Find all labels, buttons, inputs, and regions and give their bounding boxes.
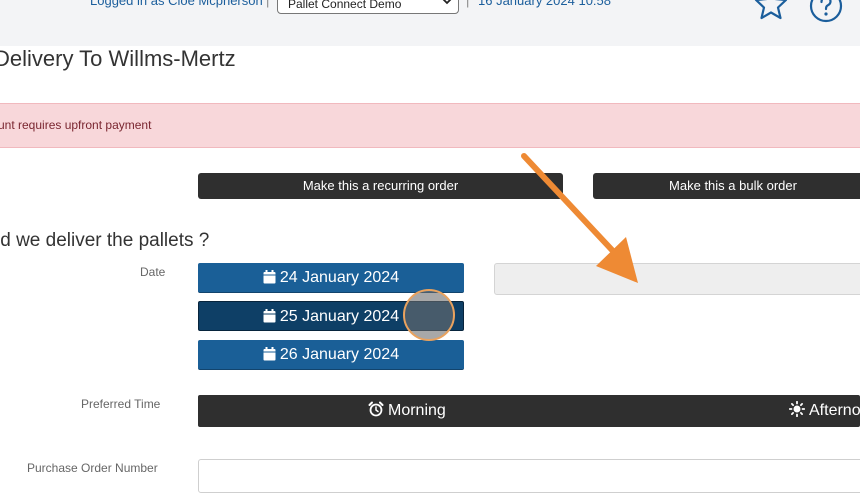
delivery-question: ld we deliver the pallets ? [0, 230, 210, 251]
time-option-label: Afterno [809, 402, 860, 419]
date-label: Date [140, 265, 166, 279]
selected-date-field[interactable] [494, 263, 860, 295]
purchase-order-input[interactable] [198, 459, 860, 493]
time-option-morning[interactable]: Morning [368, 395, 446, 427]
date-option-label: 25 January 2024 [279, 308, 400, 325]
time-option-afternoon[interactable]: Afterno [788, 395, 860, 427]
logged-in-text: Logged in as Cloe Mcpherson [90, 0, 263, 8]
purchase-order-label: Purchase Order Number [27, 461, 158, 475]
recurring-order-button[interactable]: Make this a recurring order [198, 173, 563, 199]
header-separator: | [266, 0, 270, 8]
calendar-icon [263, 309, 276, 323]
preferred-time-label: Preferred Time [81, 397, 161, 411]
top-bar: Logged in as Cloe Mcpherson | Pallet Con… [0, 0, 860, 46]
sun-icon [788, 400, 806, 418]
alarm-clock-icon [368, 401, 384, 417]
date-option-label: 26 January 2024 [279, 346, 400, 363]
click-marker [403, 289, 455, 341]
chevron-down-icon [442, 0, 452, 5]
calendar-icon [263, 347, 276, 361]
date-option-button[interactable]: 26 January 2024 [198, 340, 464, 370]
star-icon[interactable] [752, 0, 790, 22]
payment-alert: unt requires upfront payment [0, 103, 860, 148]
time-option-label: Morning [388, 402, 446, 419]
header-datetime: 16 January 2024 10:58 [478, 0, 611, 8]
preferred-time-bar: Morning Afterno [198, 395, 860, 427]
calendar-icon [263, 270, 276, 284]
company-select-value: Pallet Connect Demo [288, 0, 402, 11]
help-icon[interactable] [808, 0, 844, 24]
bulk-order-button[interactable]: Make this a bulk order [593, 173, 860, 199]
alert-text: unt requires upfront payment [0, 118, 152, 132]
page-title: Delivery To Willms-Mertz [0, 46, 236, 71]
company-select[interactable]: Pallet Connect Demo [277, 0, 459, 14]
date-option-label: 24 January 2024 [279, 269, 400, 286]
header-separator: | [466, 0, 470, 8]
